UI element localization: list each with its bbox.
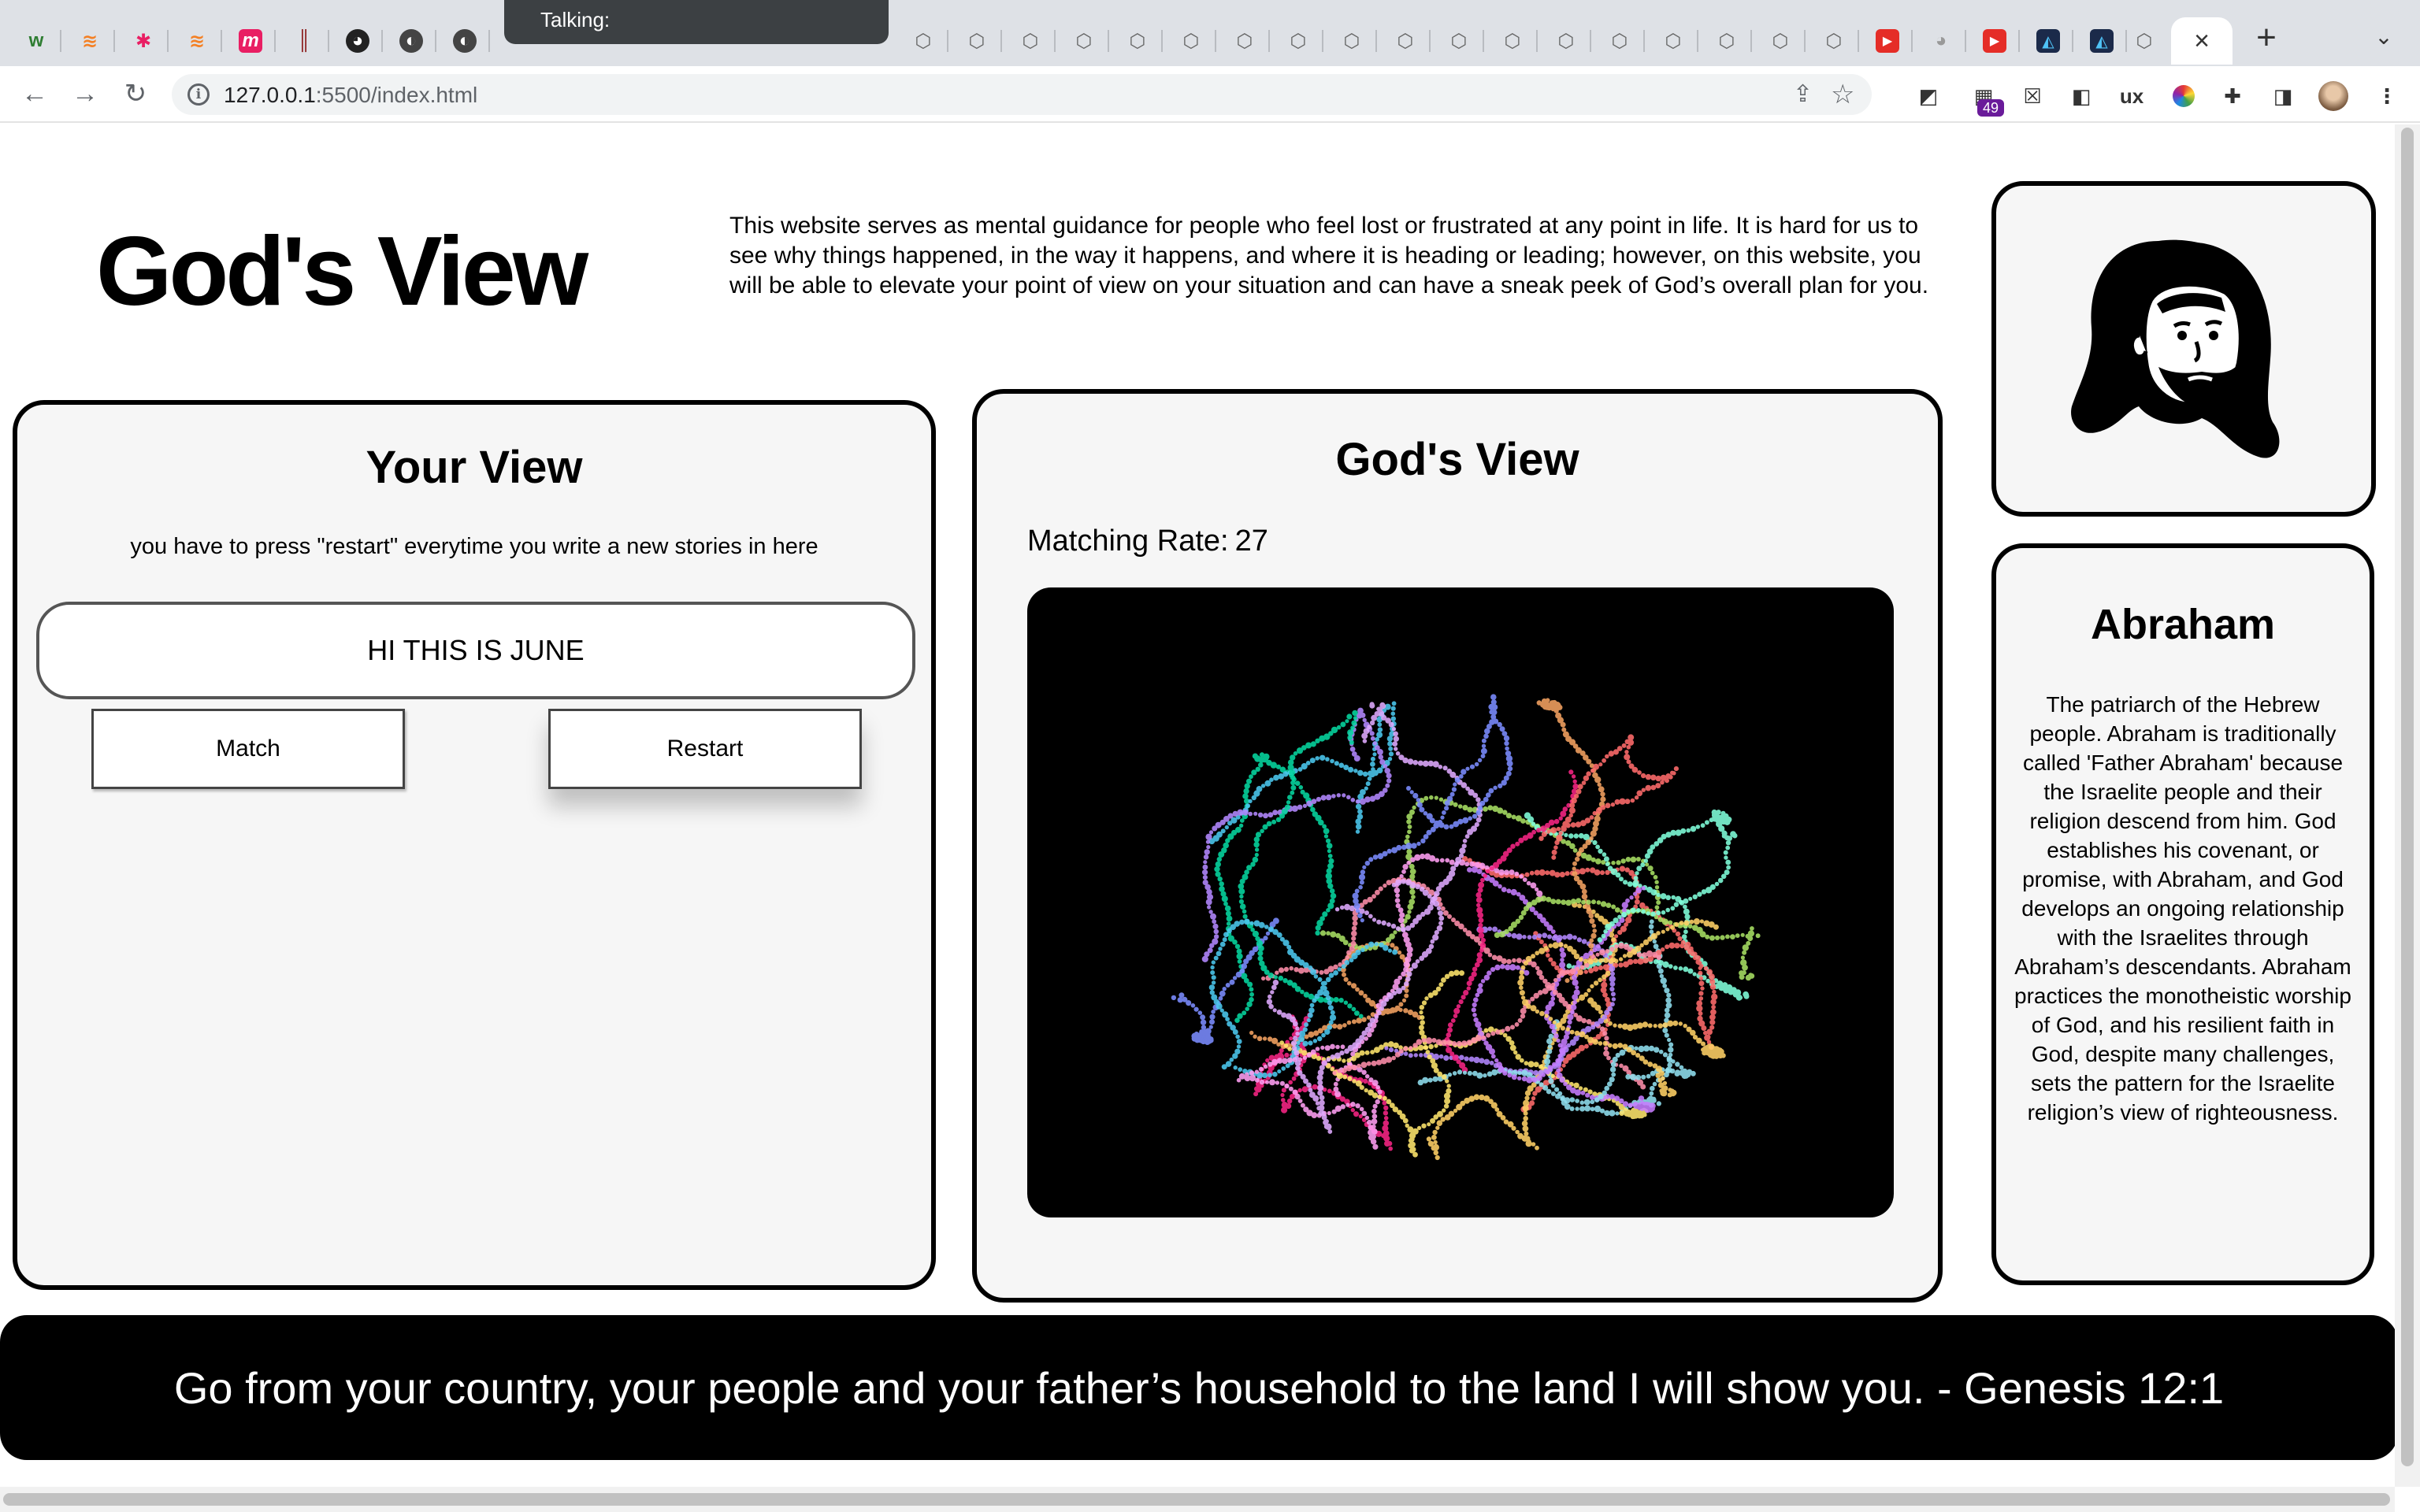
forward-arrow-icon[interactable]: → <box>68 77 102 112</box>
tab-unity-icon[interactable]: ⬡ <box>898 17 948 65</box>
share-icon[interactable]: ⇪ <box>1793 80 1813 108</box>
tab-unity-icon[interactable]: ⬡ <box>1219 17 1270 65</box>
verse-text: Go from your country, your people and yo… <box>173 1362 2225 1413</box>
matching-rate: Matching Rate: 27 <box>1027 524 1268 558</box>
verse-banner: Go from your country, your people and yo… <box>0 1315 2398 1460</box>
tab-youtube-icon[interactable]: ▶ <box>1969 17 2020 65</box>
gods-view-panel: God's View Matching Rate: 27 <box>972 389 1943 1303</box>
side-panel-icon[interactable]: ◨ <box>2267 80 2299 112</box>
tab-github-icon[interactable]: ◕ <box>332 17 383 65</box>
tab-unity-icon[interactable]: ⬡ <box>1327 17 1377 65</box>
tab-globe-icon[interactable]: ◐ <box>440 17 490 65</box>
tab-unity-icon[interactable]: ⬡ <box>1809 17 1859 65</box>
web-page: God's View This website serves as mental… <box>0 124 2398 1487</box>
tab-unity-icon[interactable]: ⬡ <box>1434 17 1484 65</box>
tab-unity-icon[interactable]: ⬡ <box>1112 17 1163 65</box>
tab-unity-icon[interactable]: ⬡ <box>1755 17 1806 65</box>
close-tab-icon[interactable]: × <box>2194 26 2210 57</box>
tab-unity-icon[interactable]: ⬡ <box>1648 17 1698 65</box>
extension-color-wheel-icon[interactable] <box>2168 80 2199 112</box>
browser-tab-strip: w ≋ ✱ ≋ m ║ ◕ ◐ ◐ ⬡ ⬡ ⬡ ⬡ ⬡ ⬡ ⬡ ⬡ ⬡ ⬡ ⬡ … <box>0 0 2420 66</box>
talking-indicator: Talking: <box>504 0 889 44</box>
your-view-panel: Your View you have to press "restart" ev… <box>13 400 936 1290</box>
tab-unity-icon[interactable]: ⬡ <box>2119 17 2169 65</box>
intro-paragraph: This website serves as mental guidance f… <box>729 213 1929 298</box>
tab-unity-icon[interactable]: ⬡ <box>1166 17 1216 65</box>
character-bio-card: Abraham The patriarch of the Hebrew peop… <box>1991 543 2374 1285</box>
scribble-stroke <box>1384 926 1616 1077</box>
vertical-scrollbar[interactable] <box>2395 124 2420 1487</box>
tab-unity-icon[interactable]: ⬡ <box>1273 17 1323 65</box>
tab-stackoverflow-icon[interactable]: ≋ <box>65 17 115 65</box>
portrait-card <box>1991 181 2376 517</box>
page-title: God's View <box>96 217 588 326</box>
scribble-stroke <box>1325 969 1464 1158</box>
scribble-stroke <box>1236 1043 1383 1150</box>
matching-rate-value: 27 <box>1234 524 1268 558</box>
story-input[interactable] <box>36 602 915 699</box>
tab-unity-icon[interactable]: ⬡ <box>1380 17 1431 65</box>
tab-unity-icon[interactable]: ⬡ <box>1059 17 1109 65</box>
url-text[interactable]: 127.0.0.1:5500/index.html <box>224 83 477 108</box>
profile-avatar[interactable] <box>2318 80 2349 112</box>
back-arrow-icon[interactable]: ← <box>17 77 52 112</box>
extensions-puzzle-icon[interactable]: ✚ <box>2217 80 2248 112</box>
vertical-scrollbar-thumb[interactable] <box>2401 128 2414 1466</box>
tab-w-icon[interactable]: w <box>11 17 61 65</box>
tab-unity-icon[interactable]: ⬡ <box>952 17 1002 65</box>
bookmark-star-icon[interactable]: ☆ <box>1831 79 1854 110</box>
your-view-title: Your View <box>366 442 583 493</box>
tab-bars-icon[interactable]: ║ <box>279 17 329 65</box>
gods-view-title: God's View <box>1335 434 1579 485</box>
tab-unity-icon[interactable]: ⬡ <box>1594 17 1645 65</box>
restart-button[interactable]: Restart <box>548 709 862 789</box>
colorful-scribble-drawing <box>1171 694 1761 1161</box>
horizontal-scrollbar-thumb[interactable] <box>3 1493 2390 1506</box>
abraham-portrait-icon <box>2071 239 2280 458</box>
tab-stackoverflow-icon[interactable]: ≋ <box>172 17 222 65</box>
character-bio: The patriarch of the Hebrew people. Abra… <box>2014 692 2351 1125</box>
tab-m-icon[interactable]: m <box>225 17 276 65</box>
tab-unity-icon[interactable]: ⬡ <box>1005 17 1056 65</box>
browser-toolbar: ← → ↻ i 127.0.0.1:5500/index.html ⇪ ☆ ◩ … <box>0 66 2420 123</box>
url-path: :5500/index.html <box>315 83 478 107</box>
tab-unity-icon[interactable]: ⬡ <box>1702 17 1752 65</box>
extension-app-icon[interactable]: ◧ <box>2066 80 2097 112</box>
new-tab-button[interactable]: + <box>2247 20 2286 57</box>
horizontal-scrollbar[interactable] <box>0 1487 2395 1512</box>
url-host: 127.0.0.1 <box>224 83 316 107</box>
tab-app-icon[interactable]: ◭ <box>2023 17 2073 65</box>
tab-asterisk-icon[interactable]: ✱ <box>118 17 169 65</box>
extension-x-icon[interactable]: ☒ <box>2017 80 2048 112</box>
tab-unity-icon[interactable]: ⬡ <box>1487 17 1538 65</box>
instruction-text: you have to press "restart" everytime yo… <box>130 534 818 559</box>
talking-label: Talking: <box>540 8 611 32</box>
match-button[interactable]: Match <box>91 709 405 789</box>
visualization-canvas[interactable] <box>1027 587 1894 1217</box>
tab-github-icon[interactable]: ◕ <box>1916 17 1966 65</box>
browser-menu-icon[interactable]: ⋮ <box>2371 80 2403 112</box>
tab-youtube-icon[interactable]: ▶ <box>1862 17 1913 65</box>
tab-search-chevron-icon[interactable]: ⌄ <box>2368 24 2400 55</box>
tab-globe-icon[interactable]: ◐ <box>386 17 436 65</box>
site-info-icon[interactable]: i <box>187 83 210 106</box>
character-name: Abraham <box>2090 601 2276 648</box>
extension-badge: 49 <box>1977 99 2004 117</box>
active-tab[interactable]: × <box>2171 17 2233 65</box>
scribble-stroke <box>1249 941 1422 1050</box>
tab-unity-icon[interactable]: ⬡ <box>1541 17 1591 65</box>
extension-send-icon[interactable]: ◩ <box>1913 80 1944 112</box>
address-bar[interactable]: i 127.0.0.1:5500/index.html ⇪ ☆ <box>172 74 1872 115</box>
matching-rate-label: Matching Rate: <box>1027 524 1229 558</box>
reload-icon[interactable]: ↻ <box>118 77 153 112</box>
extension-ux-icon[interactable]: ux <box>2116 80 2147 112</box>
